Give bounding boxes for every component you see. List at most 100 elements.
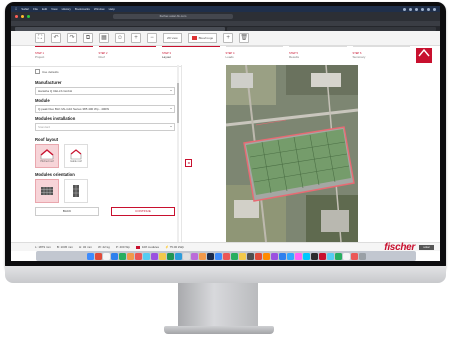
satellite-map[interactable]: [226, 65, 358, 242]
app-icon[interactable]: [222, 252, 230, 260]
panel-scrollbar[interactable]: [177, 65, 179, 242]
fit-view-icon[interactable]: ⛶: [35, 33, 45, 43]
app-icon[interactable]: [318, 252, 326, 260]
step-roof[interactable]: STEP 2 Roof: [98, 46, 156, 66]
remove-icon[interactable]: −: [147, 33, 157, 43]
browser-tab[interactable]: [15, 26, 225, 31]
menu-item[interactable]: Edit: [42, 7, 47, 11]
step-project[interactable]: STEP 1 Project: [35, 46, 93, 66]
house-icon: [418, 48, 430, 57]
menu-item[interactable]: Window: [94, 7, 105, 11]
use-defaults-checkbox[interactable]: Use defaults: [35, 69, 175, 74]
grid-icon[interactable]: ▦: [99, 33, 109, 43]
app-icon[interactable]: [278, 252, 286, 260]
app-icon[interactable]: [350, 252, 358, 260]
app-icon[interactable]: [286, 252, 294, 260]
app-icon[interactable]: [102, 252, 110, 260]
step-layout[interactable]: STEP 3 Layout: [162, 46, 220, 66]
roof-option-pitched[interactable]: Pitched roof: [35, 144, 59, 168]
modules-installation-label: Modules installation: [35, 116, 76, 121]
zoom-window-icon[interactable]: [27, 15, 30, 18]
settings-panel: Use defaults Manufacturer Hanwha Q CELLS…: [11, 65, 181, 242]
app-icon[interactable]: [326, 252, 334, 260]
address-bar[interactable]: fischer-solar-fix.com: [113, 14, 233, 19]
add-icon[interactable]: +: [131, 33, 141, 43]
app-icon[interactable]: [134, 252, 142, 260]
app-icon[interactable]: [142, 252, 150, 260]
trash-icon[interactable]: [358, 252, 366, 260]
main-area: Use defaults Manufacturer Hanwha Q CELLS…: [11, 65, 440, 242]
roof-option-label: Gable roof: [70, 160, 82, 163]
app-icon[interactable]: [182, 252, 190, 260]
redo-icon[interactable]: ↷: [67, 33, 77, 43]
step-results[interactable]: STEP 5 Results: [289, 46, 347, 66]
menu-item[interactable]: File: [33, 7, 38, 11]
color-select[interactable]: Bleu/rouge: [187, 33, 218, 43]
app-icon[interactable]: [246, 252, 254, 260]
app-icon[interactable]: [166, 252, 174, 260]
orientation-portrait[interactable]: [64, 179, 88, 203]
app-icon[interactable]: [190, 252, 198, 260]
orientation-options: [35, 179, 175, 203]
safari-icon[interactable]: [110, 252, 118, 260]
app-icon[interactable]: [262, 252, 270, 260]
browser-tab[interactable]: [226, 26, 436, 31]
app-icon[interactable]: [238, 252, 246, 260]
view-select[interactable]: 2D view: [163, 33, 182, 43]
finder-icon[interactable]: [86, 252, 94, 260]
manufacturer-select[interactable]: Hanwha Q CELLS GmbH: [35, 87, 175, 95]
menu-item[interactable]: View: [51, 7, 57, 11]
module-icon: [135, 245, 140, 249]
user-icon[interactable]: ☺: [115, 33, 125, 43]
map-area[interactable]: ◂: [181, 65, 440, 242]
app-icon[interactable]: [270, 252, 278, 260]
apple-icon[interactable]: : [15, 7, 17, 11]
status-icons: [403, 7, 436, 11]
close-window-icon[interactable]: [15, 15, 18, 18]
app-icon[interactable]: [230, 252, 238, 260]
menu-item[interactable]: History: [62, 7, 71, 11]
collapse-panel-icon[interactable]: ◂: [185, 159, 192, 167]
step-summary[interactable]: STEP 6 Summary: [352, 46, 410, 66]
menu-item[interactable]: Help: [109, 7, 115, 11]
app-icon[interactable]: [158, 252, 166, 260]
app-icon[interactable]: [174, 252, 182, 260]
add-area-icon[interactable]: +: [223, 33, 234, 43]
back-button[interactable]: BACK: [35, 207, 99, 216]
gable-roof-icon: [70, 149, 82, 160]
roof-option-gable[interactable]: Gable roof: [64, 144, 88, 168]
app-icon[interactable]: [254, 252, 262, 260]
app-icon[interactable]: [198, 252, 206, 260]
step-label: Roof: [98, 55, 105, 59]
app-icon[interactable]: [214, 252, 222, 260]
delete-icon[interactable]: 🗑: [239, 33, 250, 43]
module-select[interactable]: Q.peak Duo BLK ML-G10 Series 385 400 Wp …: [35, 105, 175, 113]
total-power: ⚡ 75.00 kWp: [165, 245, 184, 249]
app-icon[interactable]: [150, 252, 158, 260]
minimize-window-icon[interactable]: [21, 15, 24, 18]
app-icon[interactable]: [94, 252, 102, 260]
app-icon[interactable]: [334, 252, 342, 260]
menu-item[interactable]: Safari: [21, 7, 29, 11]
app-icon[interactable]: [294, 252, 302, 260]
modules-installation-select[interactable]: Standard: [35, 123, 175, 131]
app-icon[interactable]: [118, 252, 126, 260]
undo-icon[interactable]: ↶: [51, 33, 61, 43]
step-loads[interactable]: STEP 4 Loads: [225, 46, 283, 66]
lightning-icon: ⚡: [165, 245, 169, 249]
app-icon[interactable]: [302, 252, 310, 260]
app-icon[interactable]: [342, 252, 350, 260]
roof-layout-label: Roof layout: [35, 137, 59, 142]
roof-layout-options: Pitched roof Gable roof: [35, 144, 175, 168]
orientation-landscape[interactable]: [35, 179, 59, 203]
manufacturer-label: Manufacturer: [35, 80, 62, 85]
app-icon[interactable]: [126, 252, 134, 260]
step-label: Loads: [225, 55, 234, 59]
continue-button[interactable]: CONTINUE: [111, 207, 175, 216]
copy-icon[interactable]: ⧉: [83, 33, 93, 43]
app-icon[interactable]: [310, 252, 318, 260]
module-weight: W: 22 kg: [98, 245, 110, 249]
dock: [36, 251, 416, 261]
app-icon[interactable]: [206, 252, 214, 260]
menu-item[interactable]: Bookmarks: [75, 7, 90, 11]
